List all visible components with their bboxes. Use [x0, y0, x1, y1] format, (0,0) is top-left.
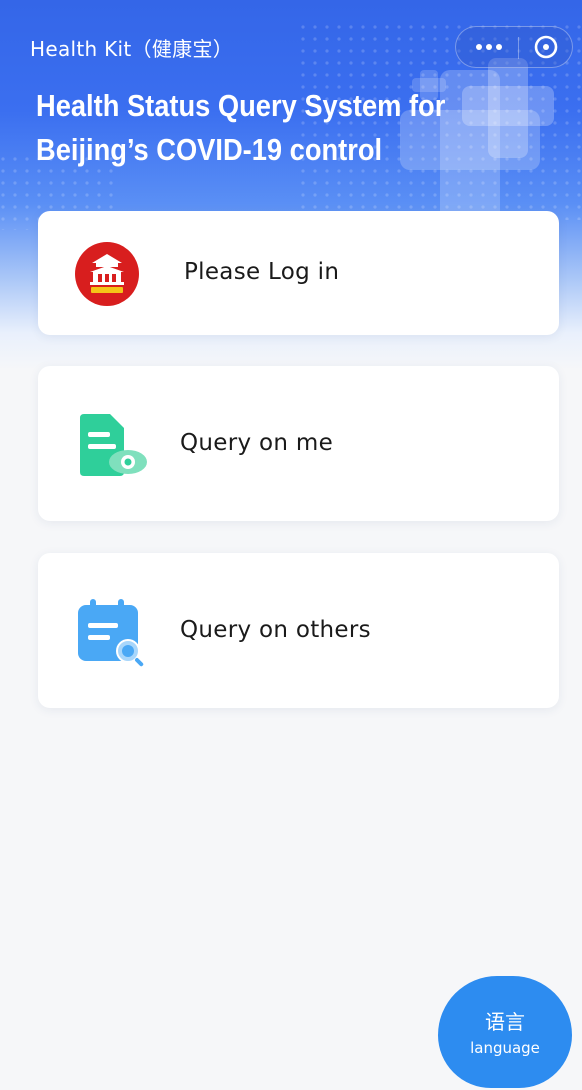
query-on-others-card[interactable]: Query on others: [38, 553, 559, 708]
language-label-zh: 语言: [485, 1010, 525, 1034]
more-dots-icon[interactable]: [464, 31, 514, 63]
query-on-me-card[interactable]: Query on me: [38, 366, 559, 521]
app-title: Health Kit（健康宝）: [30, 37, 234, 61]
page-title-line2: Beijing’s COVID-19 control: [36, 132, 383, 167]
query-on-others-label: Query on others: [180, 617, 371, 643]
beijing-health-kit-logo: [74, 241, 140, 307]
mini-program-capsule: [455, 26, 573, 68]
page-title: Health Status Query System for Beijing’s…: [36, 84, 446, 172]
document-eye-icon: [76, 414, 148, 482]
login-label: Please Log in: [184, 259, 340, 285]
app-screen: Health Kit（健康宝） Health Status Query Syst…: [0, 0, 582, 1090]
query-on-me-label: Query on me: [180, 430, 334, 456]
calendar-search-icon: [74, 599, 148, 669]
close-circle-icon[interactable]: [526, 31, 566, 63]
capsule-divider: [518, 37, 519, 59]
language-label-en: language: [470, 1039, 540, 1057]
language-button[interactable]: 语言 language: [438, 976, 572, 1088]
mini-program-nav-bar: Health Kit（健康宝）: [0, 0, 582, 90]
page-title-line1: Health Status Query System for: [36, 88, 446, 123]
login-card[interactable]: Please Log in: [38, 211, 559, 335]
